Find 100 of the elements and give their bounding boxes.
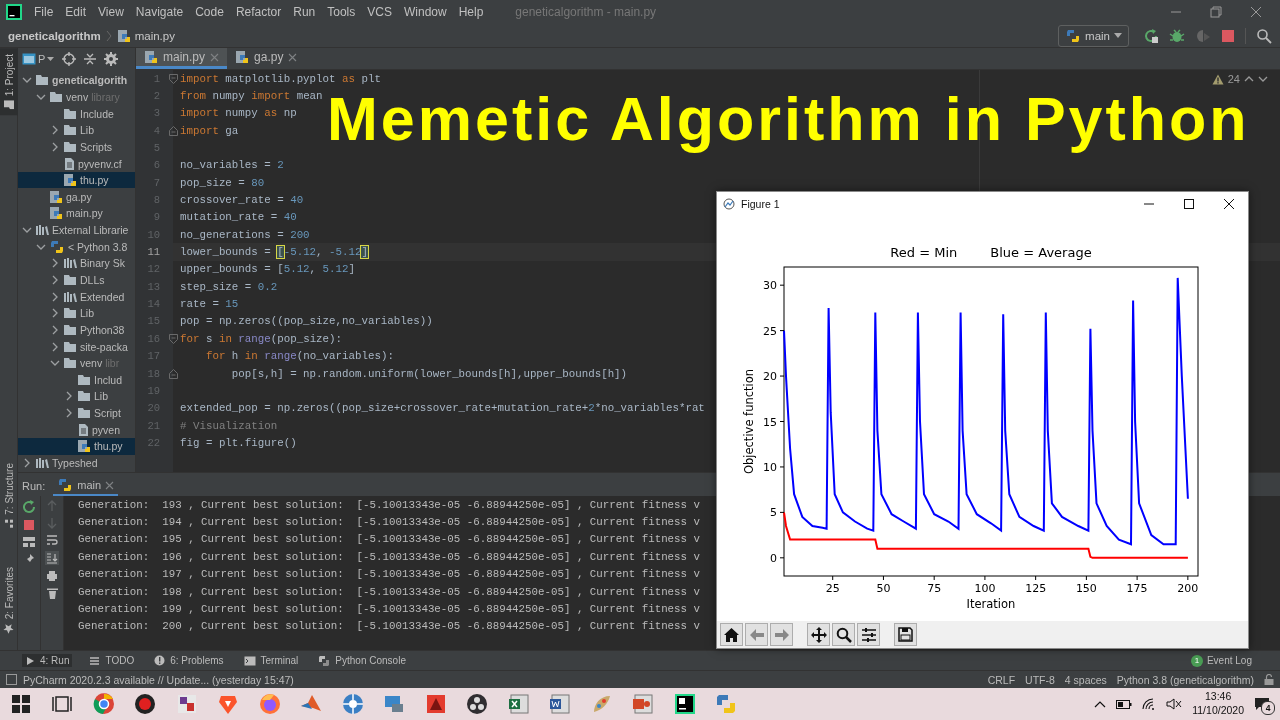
scroll-to-end-icon[interactable] bbox=[45, 551, 59, 565]
editor-tab[interactable]: main.py bbox=[136, 48, 228, 69]
lock-icon[interactable] bbox=[1264, 674, 1274, 685]
warning-count[interactable]: 24 bbox=[1227, 73, 1240, 85]
tree-item[interactable]: Include bbox=[18, 105, 135, 122]
tree-item[interactable]: ga.py bbox=[18, 188, 135, 206]
chevron-down-icon[interactable] bbox=[1258, 75, 1268, 83]
zoom-button[interactable] bbox=[832, 623, 855, 646]
chevron-right-icon[interactable] bbox=[50, 258, 60, 269]
status-item[interactable]: CRLF bbox=[987, 673, 1016, 686]
tree-item[interactable]: Lib bbox=[18, 388, 135, 405]
tool-window-tab[interactable]: 1: Project bbox=[0, 48, 18, 116]
tool-window-tab[interactable]: Python Console bbox=[315, 653, 409, 668]
layout-icon[interactable] bbox=[22, 536, 36, 548]
run-config-dropdown[interactable]: main bbox=[1058, 24, 1129, 47]
status-item[interactable]: UTF-8 bbox=[1025, 673, 1055, 686]
chevron-right-icon[interactable] bbox=[64, 408, 74, 419]
fold-start-icon[interactable] bbox=[169, 74, 178, 84]
tool-window-tab[interactable]: Terminal bbox=[240, 654, 302, 667]
rerun-icon[interactable] bbox=[1143, 27, 1159, 44]
menu-item[interactable]: View bbox=[98, 5, 124, 19]
tree-item[interactable]: Binary Sk bbox=[18, 255, 135, 272]
breadcrumb-item[interactable]: geneticalgorithm bbox=[8, 29, 101, 42]
search-icon[interactable] bbox=[1256, 27, 1272, 44]
menu-item[interactable]: Code bbox=[195, 5, 224, 19]
tree-item[interactable]: Script bbox=[18, 404, 135, 422]
menu-item[interactable]: VCS bbox=[367, 5, 392, 19]
tool-window-tab[interactable]: TODO bbox=[86, 654, 138, 667]
chevron-right-icon[interactable] bbox=[50, 291, 60, 302]
tree-item[interactable]: External Librarie bbox=[18, 221, 135, 239]
chevron-right-icon[interactable] bbox=[50, 324, 60, 335]
menu-item[interactable]: Window bbox=[403, 5, 447, 19]
app-icon[interactable] bbox=[465, 692, 490, 716]
tree-item[interactable]: Python38 bbox=[18, 321, 135, 339]
status-message[interactable]: PyCharm 2020.2.3 available // Update... (yesterday 15:47) bbox=[23, 673, 294, 686]
home-button[interactable] bbox=[720, 623, 743, 646]
tool-window-tab[interactable]: 4: Run bbox=[22, 654, 73, 667]
restore-icon[interactable] bbox=[1210, 6, 1222, 18]
menu-item[interactable]: Run bbox=[293, 5, 316, 19]
tree-item[interactable]: DLLs bbox=[18, 271, 135, 289]
event-log-button[interactable]: 1 Event Log bbox=[1184, 653, 1258, 668]
collapse-icon[interactable] bbox=[84, 52, 97, 66]
status-item[interactable]: Python 3.8 (geneticalgorithm) bbox=[1116, 673, 1254, 686]
tree-item[interactable]: Lib bbox=[18, 121, 135, 139]
tree-item[interactable]: Typeshed bbox=[18, 454, 135, 472]
app-icon[interactable] bbox=[133, 692, 158, 716]
settings-icon[interactable] bbox=[104, 52, 119, 66]
tree-item[interactable]: geneticalgorith bbox=[18, 72, 135, 89]
chevron-right-icon[interactable] bbox=[50, 141, 60, 152]
maximize-icon[interactable] bbox=[1184, 198, 1194, 209]
locate-icon[interactable] bbox=[62, 52, 77, 66]
tree-item[interactable]: Lib bbox=[18, 304, 135, 322]
fold-end-icon[interactable] bbox=[169, 126, 178, 137]
fold-start-icon[interactable] bbox=[169, 334, 178, 345]
tree-item[interactable]: Includ bbox=[18, 371, 135, 389]
chevron-up-icon[interactable] bbox=[1094, 700, 1107, 708]
save-button[interactable] bbox=[894, 623, 917, 646]
tree-item[interactable]: thu.py bbox=[18, 171, 135, 189]
close-icon[interactable] bbox=[1224, 198, 1234, 209]
bug-icon[interactable] bbox=[1169, 27, 1185, 44]
panel-toggle-icon[interactable] bbox=[6, 674, 17, 685]
chevron-right-icon[interactable] bbox=[22, 458, 32, 469]
menu-item[interactable]: Help bbox=[458, 5, 484, 19]
stop-icon[interactable] bbox=[1221, 28, 1235, 43]
clock[interactable]: 13:46 11/10/2020 bbox=[1192, 690, 1244, 718]
app-icon[interactable] bbox=[672, 692, 697, 716]
tree-item[interactable]: < Python 3.8 bbox=[18, 238, 135, 256]
print-icon[interactable] bbox=[46, 570, 58, 582]
tree-item[interactable]: main.py bbox=[18, 205, 135, 222]
menu-item[interactable]: Navigate bbox=[135, 5, 184, 19]
rerun-icon[interactable] bbox=[22, 500, 36, 514]
pan-button[interactable] bbox=[807, 623, 830, 646]
wifi-icon[interactable] bbox=[1142, 698, 1157, 710]
status-item[interactable]: 4 spaces bbox=[1064, 673, 1107, 686]
menu-item[interactable]: Tools bbox=[327, 5, 356, 19]
stop-icon[interactable] bbox=[23, 519, 35, 531]
tool-window-tab[interactable]: 6: Problems bbox=[151, 654, 227, 667]
menu-item[interactable]: File bbox=[34, 5, 54, 19]
tree-item[interactable]: site-packa bbox=[18, 338, 135, 355]
tree-item[interactable]: thu.py bbox=[18, 438, 135, 455]
tree-item[interactable]: Scripts bbox=[18, 138, 135, 156]
trash-icon[interactable] bbox=[46, 587, 58, 599]
battery-icon[interactable] bbox=[1116, 699, 1133, 709]
configure-button[interactable] bbox=[857, 623, 880, 646]
chevron-right-icon[interactable] bbox=[50, 275, 60, 285]
chevron-right-icon[interactable] bbox=[64, 391, 74, 402]
editor-tab[interactable]: ga.py bbox=[227, 48, 306, 69]
tool-window-tab[interactable]: 2: Favorites bbox=[0, 560, 18, 640]
tool-window-tab[interactable]: 7: Structure bbox=[0, 457, 18, 535]
wrap-icon[interactable] bbox=[46, 534, 58, 546]
speaker-mute-icon[interactable] bbox=[1166, 698, 1183, 710]
breadcrumb-item[interactable]: main.py bbox=[134, 29, 175, 42]
forward-button[interactable] bbox=[770, 623, 793, 646]
menu-item[interactable]: Edit bbox=[65, 5, 87, 19]
menu-item[interactable]: Refactor bbox=[235, 5, 282, 19]
tree-item[interactable]: Extended bbox=[18, 288, 135, 305]
tree-item[interactable]: pyvenv.cf bbox=[18, 155, 135, 172]
project-view-dropdown[interactable]: P bbox=[22, 53, 55, 65]
tree-item[interactable]: pyven bbox=[18, 421, 135, 439]
chevron-right-icon[interactable] bbox=[50, 125, 60, 136]
